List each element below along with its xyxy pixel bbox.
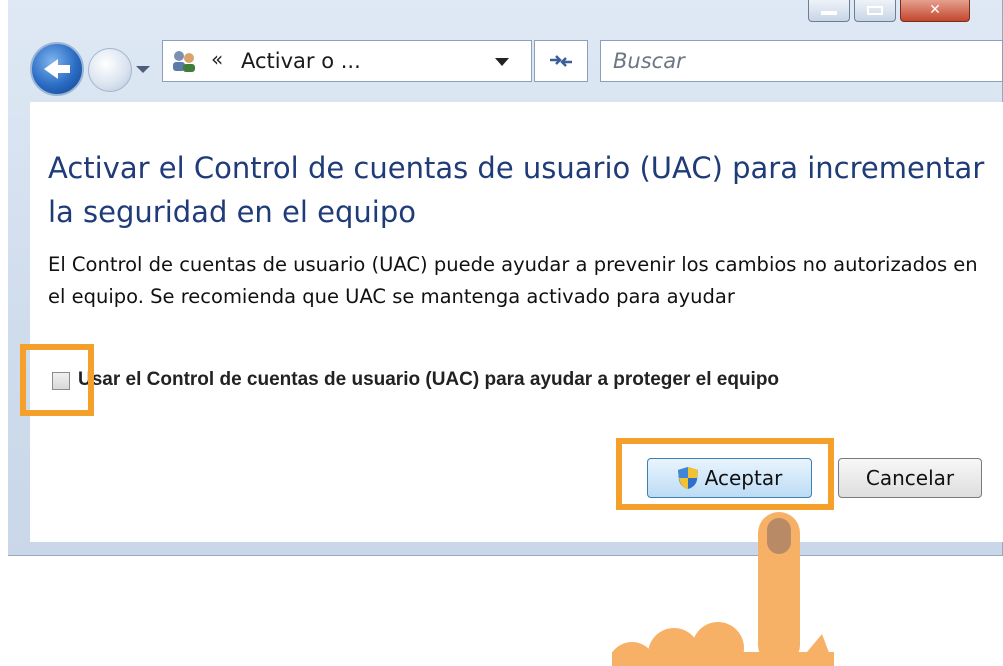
control-panel-window: ✕ « Activar o ... Buscar Activar el Cont… <box>8 0 1003 556</box>
uac-checkbox-label[interactable]: Usar el Control de cuentas de usuario (U… <box>78 369 779 391</box>
users-icon <box>173 51 195 72</box>
breadcrumb-chevron: « <box>211 47 224 71</box>
pointing-hand-icon <box>612 512 834 666</box>
maximize-icon <box>867 6 883 15</box>
close-button[interactable]: ✕ <box>900 0 970 22</box>
search-input[interactable]: Buscar <box>600 40 1003 82</box>
address-bar[interactable]: « Activar o ... <box>162 40 532 82</box>
accept-highlight <box>616 438 834 510</box>
cancel-label: Cancelar <box>865 466 955 490</box>
search-placeholder: Buscar <box>613 49 685 73</box>
minimize-button[interactable] <box>808 0 850 22</box>
cancel-button[interactable]: Cancelar <box>838 458 982 498</box>
history-dropdown-icon[interactable] <box>136 66 150 73</box>
back-arrow-icon[interactable] <box>30 42 84 96</box>
address-path: Activar o ... <box>241 49 361 73</box>
maximize-button[interactable] <box>854 0 896 22</box>
dialog-content: Activar el Control de cuentas de usuario… <box>30 102 1003 542</box>
checkbox-highlight <box>20 344 94 416</box>
refresh-button[interactable] <box>534 40 588 82</box>
forward-arrow-icon[interactable] <box>88 48 132 92</box>
page-title: Activar el Control de cuentas de usuario… <box>48 151 985 229</box>
address-dropdown-icon[interactable] <box>495 58 509 66</box>
uac-description: El Control de cuentas de usuario (UAC) p… <box>48 253 978 308</box>
close-icon: ✕ <box>929 2 941 18</box>
refresh-icon <box>550 55 572 67</box>
minimize-icon <box>821 11 837 15</box>
